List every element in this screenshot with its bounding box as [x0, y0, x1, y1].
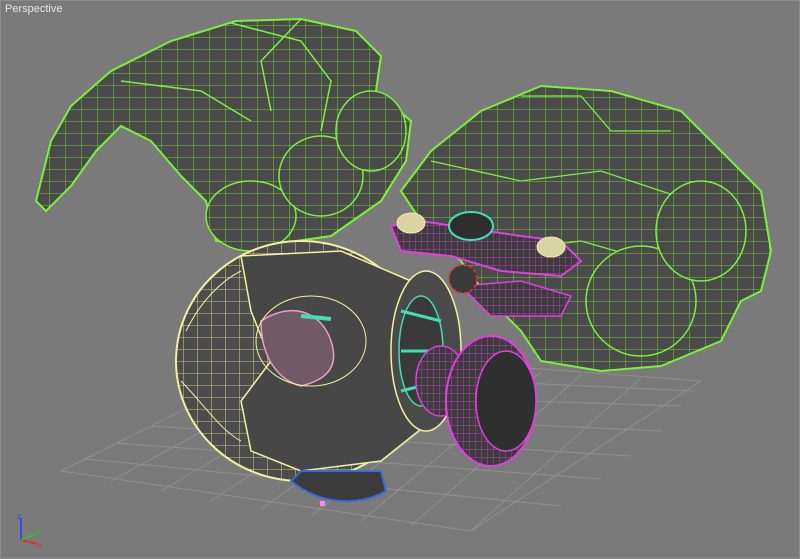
viewport-label[interactable]: Perspective: [5, 3, 62, 15]
perspective-viewport[interactable]: Perspective z x y: [0, 0, 800, 559]
axis-y-label: y: [36, 526, 41, 536]
axis-gizmo-icon: z x y: [17, 511, 43, 550]
axis-x-label: x: [38, 540, 43, 550]
scene-canvas[interactable]: [1, 1, 800, 559]
bottom-cap: [289, 470, 388, 506]
axis-z-label: z: [17, 511, 22, 521]
wheel-assembly: [415, 335, 537, 467]
